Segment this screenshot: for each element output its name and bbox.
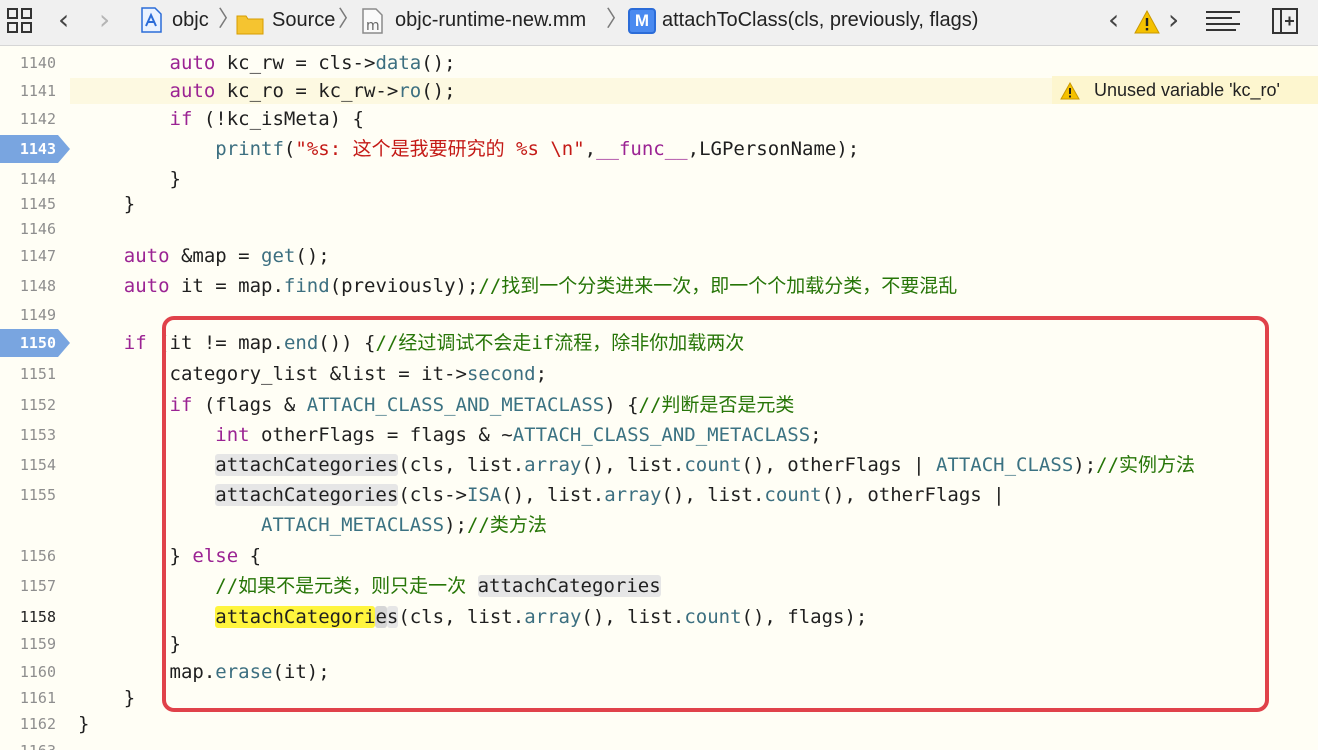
inline-warning-icon [1060, 82, 1080, 100]
line-number-gutter[interactable]: 1140 1141 1142 1143 1144 1145 1146 1147 1148 1149… [0, 46, 70, 750]
line-number[interactable]: 1158 [0, 605, 56, 629]
line-number[interactable]: 1163 [0, 739, 56, 750]
code-token-fn: get [261, 245, 296, 267]
code-line[interactable]: printf("%s: 这个是我要研究的 %s \n",__func__,LGP… [78, 134, 859, 164]
line-number: 1143 [19, 140, 56, 158]
line-number[interactable]: 1162 [0, 712, 56, 736]
code-token: } [78, 687, 136, 709]
back-chevron-icon[interactable]: ‹ [58, 0, 69, 40]
editor-jump-bar: ‹ › objc 〉 Source 〉 m objc-runtime-new.m… [0, 0, 1318, 46]
line-number[interactable]: 1151 [0, 362, 56, 386]
code-token: &map = [169, 245, 262, 267]
code-line[interactable]: auto &map = get(); [78, 241, 330, 271]
code-token-fn: find [283, 275, 330, 297]
code-token: it = map. [169, 275, 284, 297]
warning-icon[interactable] [1134, 8, 1160, 34]
breadcrumb-project[interactable]: objc [172, 0, 209, 40]
breakpoint-line-number[interactable]: 1143 [0, 135, 70, 163]
breadcrumb-separator-icon: 〉 [606, 7, 629, 32]
code-token: } [78, 193, 136, 215]
code-line[interactable]: auto kc_rw = cls->data(); [78, 48, 456, 78]
code-token-str: "%s: 这个是我要研究的 %s \n" [295, 138, 585, 160]
code-token: kc_ro = kc_rw-> [215, 80, 399, 102]
line-number[interactable]: 1149 [0, 303, 56, 327]
line-number[interactable]: 1157 [0, 574, 56, 598]
next-issue-chevron-icon[interactable]: › [1168, 0, 1179, 40]
code-line[interactable]: auto kc_ro = kc_rw->ro(); [78, 76, 456, 106]
line-number[interactable]: 1141 [0, 79, 56, 103]
breadcrumb-separator-icon: 〉 [338, 7, 361, 32]
code-token: } [78, 713, 90, 735]
forward-chevron-icon[interactable]: › [99, 0, 110, 40]
code-token: (); [295, 245, 330, 267]
code-token: (); [421, 80, 456, 102]
line-number[interactable]: 1161 [0, 686, 56, 710]
line-number[interactable]: 1160 [0, 660, 56, 684]
line-number[interactable]: 1144 [0, 167, 56, 191]
line-number[interactable]: 1153 [0, 423, 56, 447]
code-token: } [78, 168, 181, 190]
breadcrumb-file[interactable]: objc-runtime-new.mm [395, 0, 586, 40]
code-token-fn: data [375, 52, 422, 74]
xcode-project-icon [140, 7, 162, 33]
code-token-fn: printf [215, 138, 284, 160]
code-line[interactable]: } [78, 189, 135, 219]
code-token-kw: auto [169, 52, 216, 74]
code-token-kw: auto [169, 80, 216, 102]
code-token: (previously); [329, 275, 479, 297]
line-number[interactable]: 1159 [0, 632, 56, 656]
code-token-kw: if [123, 332, 147, 354]
source-editor[interactable]: 1140 1141 1142 1143 1144 1145 1146 1147 1148 1149… [0, 46, 1318, 750]
breadcrumb-source[interactable]: Source [272, 0, 335, 40]
line-number[interactable]: 1142 [0, 107, 56, 131]
breadcrumb-method[interactable]: attachToClass(cls, previously, flags) [662, 0, 978, 40]
code-token-fn: ro [398, 80, 422, 102]
annotation-highlight-box [162, 316, 1269, 712]
minimap-lines-icon[interactable] [1206, 10, 1240, 32]
code-token: , [584, 138, 597, 160]
line-number[interactable]: 1156 [0, 544, 56, 568]
code-token-kw: __func__ [596, 138, 688, 160]
line-number[interactable]: 1152 [0, 393, 56, 417]
add-editor-icon[interactable] [1272, 8, 1298, 34]
line-number[interactable]: 1147 [0, 244, 56, 268]
breakpoint-line-number[interactable]: 1150 [0, 329, 70, 357]
code-line[interactable]: auto it = map.find(previously);//找到一个分类进… [78, 271, 958, 301]
code-token: ( [283, 138, 296, 160]
code-token: kc_rw = cls-> [215, 52, 376, 74]
folder-icon [236, 9, 264, 35]
code-token-kw: auto [123, 275, 170, 297]
code-line[interactable]: if (!kc_isMeta) { [78, 104, 364, 134]
line-number[interactable]: 1154 [0, 453, 56, 477]
method-icon: M [628, 7, 656, 34]
svg-text:m: m [366, 18, 380, 34]
code-token: ,LGPersonName); [687, 138, 860, 160]
previous-issue-chevron-icon[interactable]: ‹ [1108, 0, 1119, 40]
line-number[interactable]: 1148 [0, 274, 56, 298]
code-token-cm: //找到一个分类进来一次，即一个个加载分类，不要混乱 [478, 275, 958, 297]
line-number[interactable]: 1140 [0, 51, 56, 75]
line-number[interactable]: 1146 [0, 217, 56, 241]
code-token-kw: if [169, 108, 193, 130]
line-number[interactable]: 1155 [0, 483, 56, 507]
line-number: 1150 [19, 334, 56, 352]
related-items-grid-icon[interactable] [7, 8, 33, 34]
inline-warning-message: Unused variable 'kc_ro' [1094, 80, 1280, 100]
code-token-kw: auto [123, 245, 170, 267]
code-line[interactable]: } [78, 709, 89, 739]
code-token: (); [421, 52, 456, 74]
objc-file-icon: m [362, 8, 384, 34]
code-token: (!kc_isMeta) { [192, 108, 364, 130]
line-number[interactable]: 1145 [0, 192, 56, 216]
